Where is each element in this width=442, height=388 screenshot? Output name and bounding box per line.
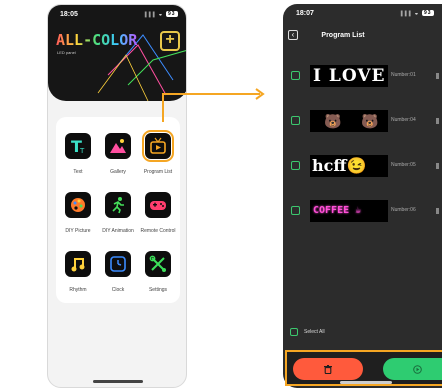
- menu-label: DIY Picture: [65, 228, 91, 234]
- preview-text: I LOVE Y: [313, 66, 388, 86]
- program-number: Number:05: [391, 162, 416, 168]
- page-title: Program List: [321, 32, 365, 39]
- signal-icon: ∥∥∥ ◒: [400, 11, 420, 17]
- menu-item-text[interactable]: TT Text: [58, 133, 98, 175]
- brand-subtitle: LED panel: [57, 50, 76, 55]
- menu-label: Rhythm: [69, 287, 87, 293]
- tv-icon: [142, 130, 174, 162]
- row-checkbox[interactable]: [291, 161, 300, 170]
- menu-item-program-list[interactable]: Program List: [138, 130, 178, 175]
- row-handle: [436, 118, 439, 124]
- highlight-connector: [162, 93, 164, 122]
- row-checkbox[interactable]: [291, 116, 300, 125]
- signal-icon: ∥∥∥ ◒: [144, 12, 164, 18]
- row-checkbox[interactable]: [291, 206, 300, 215]
- brand-logo: ALL-COLOR: [56, 31, 138, 49]
- led-preview: 🐻 🐻: [310, 110, 388, 132]
- trash-icon: [324, 364, 332, 374]
- menu-label: Clock: [111, 287, 125, 293]
- row-handle: [436, 208, 439, 214]
- status-time: 18:07: [296, 10, 314, 17]
- menu-label: Program List: [143, 169, 173, 175]
- status-time: 18:05: [60, 11, 78, 18]
- status-icons: ∥∥∥ ◒ 93: [144, 11, 178, 18]
- select-all-label: Select All: [304, 329, 325, 335]
- highlight-connector: [162, 93, 260, 95]
- menu-label: Text: [73, 169, 83, 175]
- menu-label: DIY Animation: [102, 228, 134, 234]
- home-header: 18:05 ∥∥∥ ◒ 93 ALL-COLOR LED panel +: [48, 5, 186, 101]
- select-all-checkbox[interactable]: [290, 328, 298, 336]
- home-indicator: [340, 381, 392, 384]
- feature-menu: TT Text Gallery Program List DIY Picture: [56, 117, 180, 303]
- program-number: Number:06: [391, 207, 416, 213]
- music-icon: [65, 251, 91, 277]
- menu-label: Remote Control: [140, 228, 176, 234]
- menu-item-rhythm[interactable]: Rhythm: [58, 251, 98, 293]
- program-row[interactable]: I LOVE Y Number:01: [291, 65, 442, 87]
- led-preview: I LOVE Y: [310, 65, 388, 87]
- preview-text: hcff😉: [312, 156, 367, 175]
- home-indicator: [93, 380, 143, 383]
- led-preview: hcff😉: [310, 155, 388, 177]
- row-handle: [436, 73, 439, 79]
- program-row[interactable]: 🐻 🐻 Number:04: [291, 110, 442, 132]
- menu-label: Gallery: [110, 169, 126, 175]
- led-preview: COFFEE ☕: [310, 200, 388, 222]
- preview-text: 🐻 🐻: [324, 113, 387, 129]
- program-number: Number:04: [391, 117, 416, 123]
- gallery-icon: [105, 133, 131, 159]
- runner-icon: [105, 192, 131, 218]
- preview-text: COFFEE ☕: [313, 205, 362, 216]
- status-icons: ∥∥∥ ◒ 93: [400, 10, 434, 17]
- program-number: Number:01: [391, 72, 416, 78]
- play-icon: [413, 364, 422, 374]
- battery-icon: 93: [421, 10, 434, 17]
- program-list-screen: 18:07 ∥∥∥ ◒ 93 ‹ Program List I LOVE Y N…: [283, 4, 442, 388]
- program-row[interactable]: COFFEE ☕ Number:06: [291, 200, 442, 222]
- row-handle: [436, 163, 439, 169]
- clock-icon: [105, 251, 131, 277]
- play-button[interactable]: [383, 358, 442, 380]
- menu-label: Settings: [148, 287, 168, 293]
- add-button[interactable]: +: [160, 31, 180, 51]
- delete-button[interactable]: [293, 358, 363, 380]
- program-row[interactable]: hcff😉 Number:05: [291, 155, 442, 177]
- svg-text:T: T: [79, 147, 85, 155]
- row-checkbox[interactable]: [291, 71, 300, 80]
- battery-icon: 93: [165, 11, 178, 18]
- menu-item-remote-control[interactable]: Remote Control: [138, 192, 178, 234]
- palette-icon: [65, 192, 91, 218]
- tools-icon: [145, 251, 171, 277]
- home-screen: 18:05 ∥∥∥ ◒ 93 ALL-COLOR LED panel + TT …: [47, 4, 187, 388]
- menu-item-clock[interactable]: Clock: [98, 251, 138, 293]
- text-icon: TT: [65, 133, 91, 159]
- menu-item-settings[interactable]: Settings: [138, 251, 178, 293]
- menu-item-diy-animation[interactable]: DIY Animation: [98, 192, 138, 234]
- gamepad-icon: [145, 192, 171, 218]
- arrow-icon: [255, 88, 265, 100]
- menu-item-diy-picture[interactable]: DIY Picture: [58, 192, 98, 234]
- menu-item-gallery[interactable]: Gallery: [98, 133, 138, 175]
